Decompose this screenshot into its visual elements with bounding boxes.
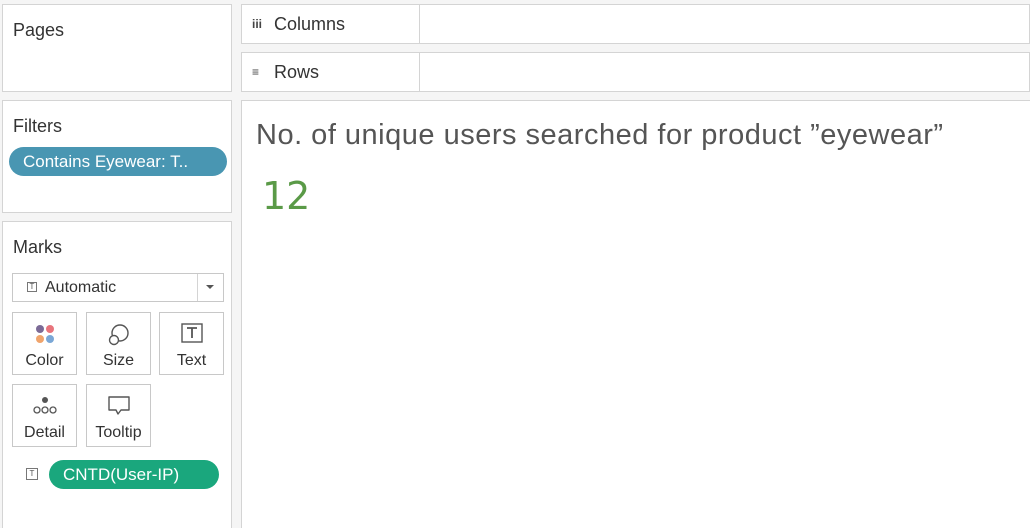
columns-icon: iii: [252, 17, 263, 31]
color-button[interactable]: Color: [12, 312, 77, 375]
worksheet-view[interactable]: No. of unique users searched for product…: [241, 100, 1030, 528]
size-icon: [108, 324, 129, 346]
chevron-down-icon[interactable]: [206, 285, 214, 289]
detail-button-label: Detail: [24, 424, 65, 441]
pages-card[interactable]: Pages: [2, 4, 232, 92]
filter-pill-contains-eyewear[interactable]: Contains Eyewear: T..: [9, 147, 227, 176]
text-mark-icon: T: [27, 282, 37, 292]
tooltip-button[interactable]: Tooltip: [86, 384, 151, 447]
filters-title: Filters: [13, 116, 62, 136]
size-button[interactable]: Size: [86, 312, 151, 375]
text-icon: [180, 323, 203, 343]
rows-label: Rows: [274, 62, 320, 82]
text-button-label: Text: [176, 352, 207, 369]
worksheet-title: No. of unique users searched for product…: [256, 119, 944, 151]
rows-shelf[interactable]: ≡ Rows: [241, 52, 1030, 92]
columns-label: Columns: [274, 14, 346, 34]
text-encoding-icon[interactable]: T: [26, 468, 38, 480]
columns-shelf[interactable]: iii Columns: [241, 4, 1030, 44]
measure-pill-cntd-user-ip[interactable]: CNTD(User-IP): [49, 460, 219, 489]
text-button[interactable]: Text: [159, 312, 224, 375]
mark-type-label: Automatic: [45, 279, 117, 296]
detail-icon: [32, 397, 57, 414]
detail-button[interactable]: Detail: [12, 384, 77, 447]
tooltip-button-label: Tooltip: [95, 424, 142, 441]
metric-value[interactable]: 12: [262, 174, 310, 218]
columns-shelf-label: iii Columns: [242, 5, 420, 43]
size-button-label: Size: [102, 352, 135, 369]
mark-type-dropdown[interactable]: T Automatic: [12, 273, 224, 302]
tooltip-icon: [107, 396, 130, 415]
pages-title: Pages: [13, 20, 65, 40]
filters-card[interactable]: Filters Contains Eyewear: T..: [2, 100, 232, 213]
color-button-label: Color: [25, 352, 64, 369]
color-icon: [35, 325, 54, 343]
marks-title: Marks: [13, 237, 62, 257]
dropdown-divider: [197, 274, 198, 301]
rows-shelf-label: ≡ Rows: [242, 53, 420, 91]
marks-card: Marks T Automatic Color Size Text Detail…: [2, 221, 232, 528]
rows-icon: ≡: [252, 65, 260, 79]
